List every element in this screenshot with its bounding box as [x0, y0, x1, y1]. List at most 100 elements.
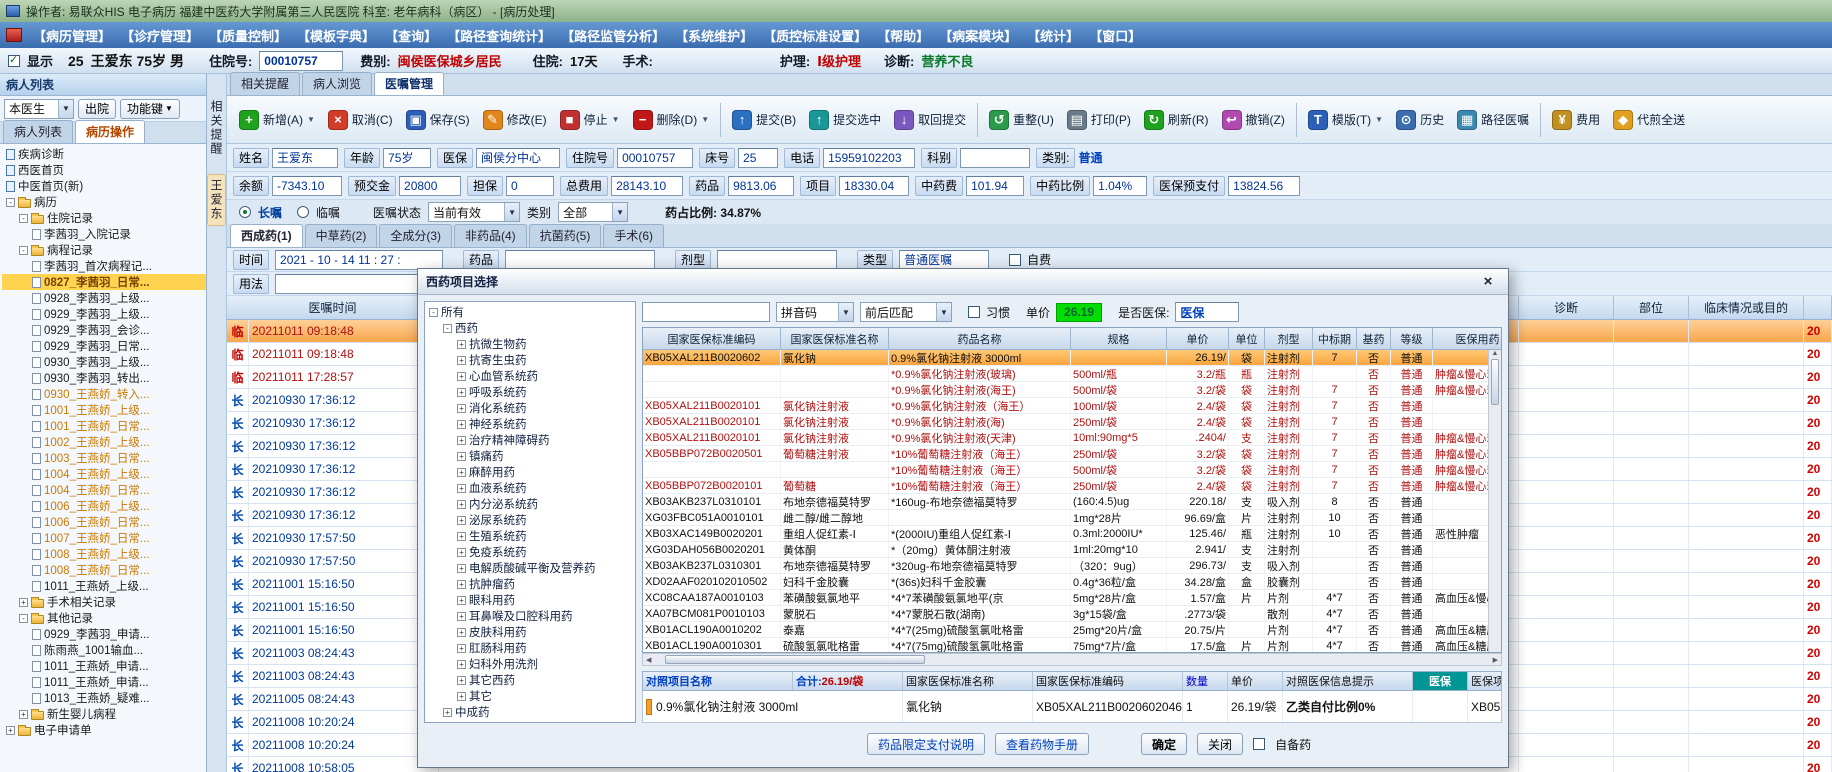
patient-field-value[interactable]: 王爱东 — [272, 147, 339, 168]
drug-row[interactable]: XB03XAC149B0020201 重组人促红素-Ⅰ *(2000IU)重组人促红… — [643, 526, 1501, 542]
print-button[interactable]: ▤ 打印(P) — [1061, 104, 1137, 136]
drug-tab-0[interactable]: 西成药(1) — [230, 224, 303, 247]
tree-expander-icon[interactable]: + — [6, 725, 15, 735]
tree-item[interactable]: 1006_王燕娇_上级... — [2, 498, 206, 514]
tree-expander-icon[interactable]: + — [457, 531, 466, 541]
modal-tree-item[interactable]: + 中成药 — [427, 704, 633, 720]
confirm-button[interactable]: 确定 — [1141, 733, 1188, 755]
menu-item[interactable]: 【模板字典】 — [292, 23, 380, 48]
menu-item[interactable]: 【查询】 — [380, 23, 442, 48]
modal-tree-item[interactable]: - 所有 — [427, 304, 633, 320]
tree-item[interactable]: 0930_李茜羽_转出... — [2, 370, 206, 386]
system-menu-icon[interactable] — [6, 28, 22, 42]
tree-expander-icon[interactable]: + — [19, 597, 28, 607]
drug-column-header[interactable]: 剂型 — [1265, 328, 1313, 349]
time-input[interactable]: 2021 - 10 - 14 11 : 27 : — [275, 249, 444, 270]
tree-expander-icon[interactable]: + — [457, 547, 466, 557]
close-button[interactable]: 关闭 — [1197, 733, 1244, 755]
menu-item[interactable]: 【帮助】 — [872, 23, 934, 48]
tree-item[interactable]: 中医首页(新) — [2, 178, 206, 194]
tree-item[interactable]: 1004_王燕娇_日常... — [2, 482, 206, 498]
tree-expander-icon[interactable]: + — [457, 403, 466, 413]
drug-row[interactable]: *0.9%氯化钠注射液(玻璃) 500ml/瓶 3.2/瓶瓶注射剂否普通 肿瘤&慢心衰 — [643, 366, 1501, 382]
horizontal-scrollbar[interactable]: ◀ ▶ — [642, 653, 1502, 666]
orders-column-header[interactable]: 临床情况或目的 — [1689, 296, 1804, 319]
main-tab-2[interactable]: 医嘱管理 — [374, 72, 445, 95]
habit-checkbox[interactable] — [968, 306, 980, 318]
drug-row[interactable]: *0.9%氯化钠注射液(海王) 500ml/袋 3.2/袋袋注射剂 7 否普通 肿瘤&慢心… — [643, 382, 1501, 398]
drug-column-header[interactable]: 国家医保标准编码 — [643, 328, 781, 349]
finance-field-value[interactable]: 1.04% — [1093, 175, 1148, 196]
modal-tree-item[interactable]: + 内分泌系统药 — [427, 496, 633, 512]
drug-row[interactable]: XB05BBP072B0020101 葡萄糖 *10%葡萄糖注射液（海王） 250ml… — [643, 478, 1501, 494]
tree-item[interactable]: 西医首页 — [2, 162, 206, 178]
sidebar-tab-1[interactable]: 病历操作 — [75, 120, 146, 143]
tree-item[interactable]: - 病程记录 — [2, 242, 206, 258]
orders-column-header[interactable]: 部位 — [1614, 296, 1689, 319]
submit-button[interactable]: ↑ 提交(B) — [726, 104, 802, 136]
finance-field-value[interactable]: 0 — [506, 175, 555, 196]
modal-tree-item[interactable]: + 耳鼻喉及口腔科用药 — [427, 608, 633, 624]
drug-column-header[interactable]: 单价 — [1167, 328, 1229, 349]
menu-item[interactable]: 【系统维护】 — [670, 23, 758, 48]
drug-row[interactable]: XB03AKB237L0310301 布地奈德福莫特罗 *320ug-布地奈德福莫特… — [643, 558, 1501, 574]
takeback-button[interactable]: ↓ 取回提交 — [888, 104, 972, 136]
usage-input[interactable] — [275, 273, 426, 294]
history-button[interactable]: ⊙ 历史 — [1390, 104, 1450, 136]
tree-expander-icon[interactable]: + — [457, 435, 466, 445]
tree-expander-icon[interactable]: - — [443, 323, 452, 333]
tree-expander-icon[interactable]: + — [457, 659, 466, 669]
orders-column-header[interactable]: 医嘱时间 — [227, 296, 439, 319]
menu-item[interactable]: 【病案模块】 — [934, 23, 1022, 48]
drug-row[interactable]: XB05XAL211B0020602 氯化钠 0.9%氯化钠注射液 3000ml 26… — [643, 350, 1501, 366]
modal-tree-item[interactable]: + 消化系统药 — [427, 400, 633, 416]
tree-item[interactable]: + 手术相关记录 — [2, 594, 206, 610]
sidebar-tab-0[interactable]: 病人列表 — [3, 120, 74, 143]
modal-tree-item[interactable]: + 呼吸系统药 — [427, 384, 633, 400]
drug-row[interactable]: XB03AKB237L0310101 布地奈德福莫特罗 *160ug-布地奈德福莫特… — [643, 494, 1501, 510]
menu-item[interactable]: 【质量控制】 — [204, 23, 292, 48]
tree-item[interactable]: 0930_李茜羽_上级... — [2, 354, 206, 370]
discharge-button[interactable]: 出院 — [78, 98, 117, 119]
tree-expander-icon[interactable]: + — [457, 643, 466, 653]
finance-field-value[interactable]: 9813.06 — [728, 175, 795, 196]
menu-item[interactable]: 【路径查询统计】 — [442, 23, 556, 48]
order-status-select[interactable]: 当前有效 ▼ — [428, 202, 521, 222]
tree-expander-icon[interactable]: + — [457, 627, 466, 637]
tree-expander-icon[interactable]: + — [457, 467, 466, 477]
patient-field-value[interactable]: 25 — [738, 147, 779, 168]
tree-expander-icon[interactable]: - — [429, 307, 438, 317]
tree-expander-icon[interactable]: + — [457, 515, 466, 525]
modal-tree-item[interactable]: + 其它西药 — [427, 672, 633, 688]
tree-item[interactable]: 1008_王燕娇_上级... — [2, 546, 206, 562]
drug-row[interactable]: XB05XAL211B0020101 氯化钠注射液 *0.9%氯化钠注射液(天津) 1… — [643, 430, 1501, 446]
template-button[interactable]: T 模版(T) ▼ — [1302, 104, 1389, 136]
modal-tree-item[interactable]: + 抗微生物药 — [427, 336, 633, 352]
tree-expander-icon[interactable]: + — [457, 355, 466, 365]
delete-button[interactable]: − 删除(D) ▼ — [627, 104, 716, 136]
menu-item[interactable]: 【路径监管分析】 — [556, 23, 670, 48]
drug-column-header[interactable]: 医保用药 — [1433, 328, 1501, 349]
drug-search-input[interactable] — [642, 302, 770, 322]
tree-item[interactable]: 0930_王燕娇_转入... — [2, 386, 206, 402]
tree-expander-icon[interactable]: - — [19, 213, 28, 223]
modal-tree-item[interactable]: + 抗肿瘤药 — [427, 576, 633, 592]
drug-column-header[interactable]: 等级 — [1391, 328, 1433, 349]
patient-vertical-tab[interactable]: 王爱东 — [207, 174, 226, 226]
tree-expander-icon[interactable]: + — [457, 675, 466, 685]
rebuild-button[interactable]: ↺ 重整(U) — [983, 104, 1060, 136]
modal-tree-item[interactable]: + 心血管系统药 — [427, 368, 633, 384]
modal-tree-item[interactable]: + 镇痛药 — [427, 448, 633, 464]
stop-button[interactable]: ■ 停止 ▼ — [554, 104, 626, 136]
tree-item[interactable]: 0929_李茜羽_上级... — [2, 306, 206, 322]
temp-order-radio[interactable] — [297, 206, 310, 218]
drug-column-header[interactable]: 中标期 — [1313, 328, 1357, 349]
drug-column-header[interactable]: 国家医保标准名称 — [781, 328, 889, 349]
finance-field-value[interactable]: -7343.10 — [272, 175, 343, 196]
patient-field-value[interactable]: 75岁 — [383, 147, 432, 168]
menu-item[interactable]: 【病历管理】 — [28, 23, 116, 48]
tree-expander-icon[interactable]: + — [457, 611, 466, 621]
menu-item[interactable]: 【统计】 — [1022, 23, 1084, 48]
menu-item[interactable]: 【诊疗管理】 — [116, 23, 204, 48]
tree-item[interactable]: 1013_王燕娇_疑难... — [2, 690, 206, 706]
